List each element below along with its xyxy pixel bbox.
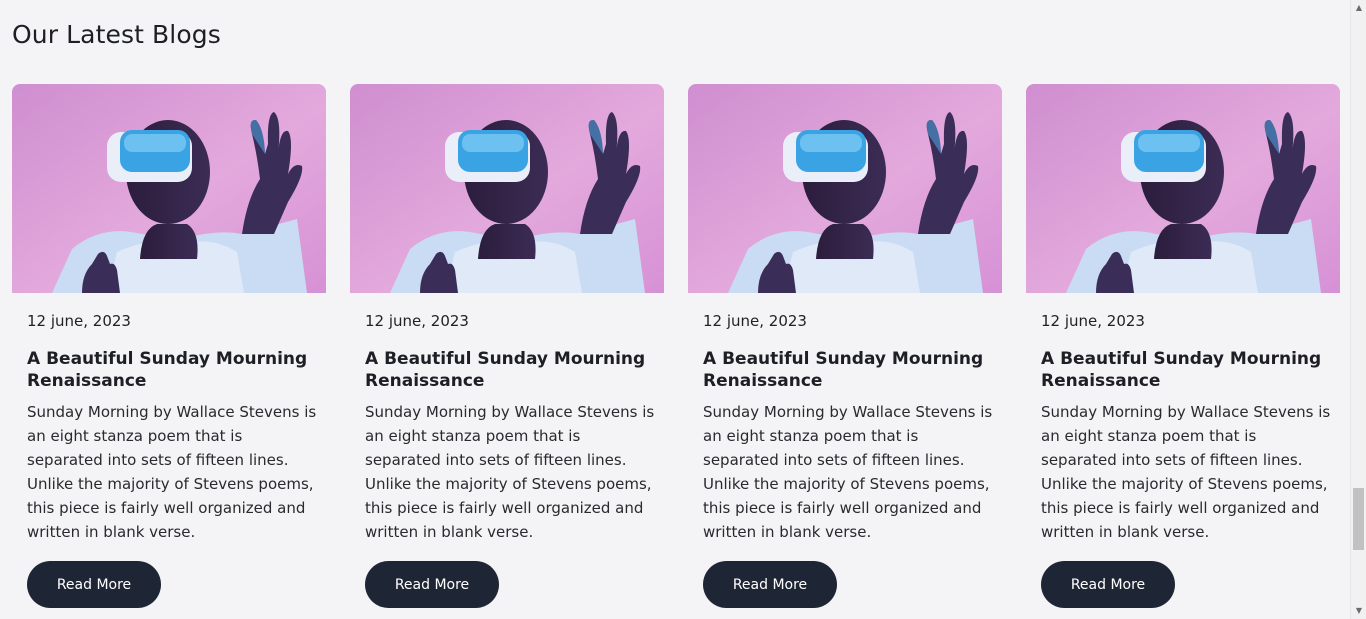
- blog-card-body: 12 june, 2023 A Beautiful Sunday Mournin…: [12, 311, 326, 608]
- blog-card-body: 12 june, 2023 A Beautiful Sunday Mournin…: [1026, 311, 1340, 608]
- blog-image[interactable]: [1026, 84, 1340, 293]
- blog-image[interactable]: [12, 84, 326, 293]
- read-more-button[interactable]: Read More: [27, 561, 161, 608]
- blog-title[interactable]: A Beautiful Sunday Mourning Renaissance: [1041, 348, 1325, 392]
- blog-date: 12 june, 2023: [365, 312, 469, 330]
- blog-image[interactable]: [350, 84, 664, 293]
- blog-card: 12 june, 2023 A Beautiful Sunday Mournin…: [12, 84, 326, 608]
- blog-date: 12 june, 2023: [27, 312, 131, 330]
- blog-title[interactable]: A Beautiful Sunday Mourning Renaissance: [365, 348, 649, 392]
- section-title: Our Latest Blogs: [12, 20, 221, 49]
- blog-card: 12 june, 2023 A Beautiful Sunday Mournin…: [350, 84, 664, 608]
- blog-image[interactable]: [688, 84, 1002, 293]
- read-more-button[interactable]: Read More: [1041, 561, 1175, 608]
- blog-date: 12 june, 2023: [703, 312, 807, 330]
- scroll-down-arrow-icon[interactable]: ▼: [1351, 603, 1366, 619]
- page-scrollbar[interactable]: ▲ ▼: [1350, 0, 1366, 619]
- blog-title[interactable]: A Beautiful Sunday Mourning Renaissance: [703, 348, 987, 392]
- blog-date: 12 june, 2023: [1041, 312, 1145, 330]
- read-more-button[interactable]: Read More: [703, 561, 837, 608]
- blog-excerpt: Sunday Morning by Wallace Stevens is an …: [1041, 403, 1331, 541]
- blog-card-list: 12 june, 2023 A Beautiful Sunday Mournin…: [12, 84, 1340, 608]
- blog-excerpt: Sunday Morning by Wallace Stevens is an …: [365, 403, 655, 541]
- scroll-up-arrow-icon[interactable]: ▲: [1351, 0, 1366, 16]
- blog-card: 12 june, 2023 A Beautiful Sunday Mournin…: [1026, 84, 1340, 608]
- blog-card: 12 june, 2023 A Beautiful Sunday Mournin…: [688, 84, 1002, 608]
- blog-title[interactable]: A Beautiful Sunday Mourning Renaissance: [27, 348, 311, 392]
- blog-excerpt: Sunday Morning by Wallace Stevens is an …: [27, 403, 317, 541]
- blog-section: Our Latest Blogs 12 june, 2023 A Beautif…: [0, 0, 1350, 619]
- blog-card-body: 12 june, 2023 A Beautiful Sunday Mournin…: [688, 311, 1002, 608]
- read-more-button[interactable]: Read More: [365, 561, 499, 608]
- blog-card-body: 12 june, 2023 A Beautiful Sunday Mournin…: [350, 311, 664, 608]
- blog-excerpt: Sunday Morning by Wallace Stevens is an …: [703, 403, 993, 541]
- scrollbar-thumb[interactable]: [1353, 488, 1364, 550]
